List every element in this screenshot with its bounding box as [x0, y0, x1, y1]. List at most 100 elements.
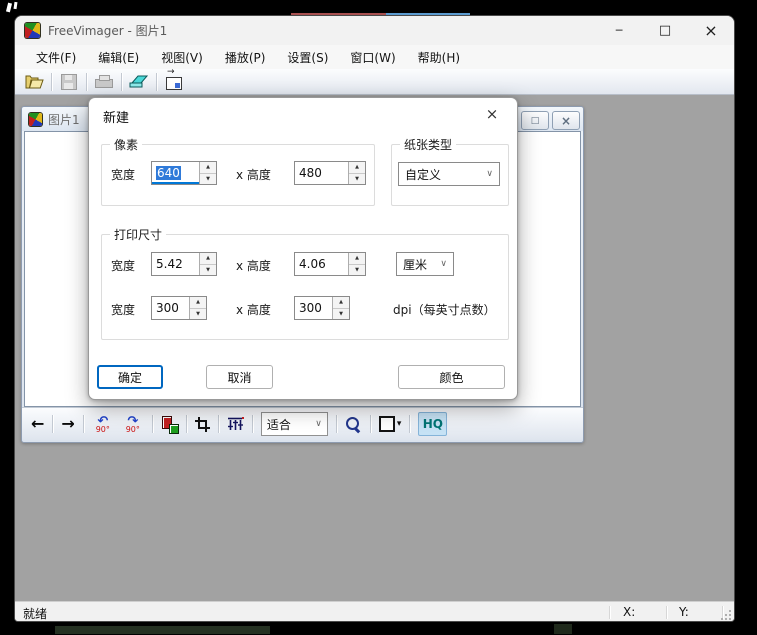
- menu-play[interactable]: 播放(P): [214, 46, 277, 69]
- new-image-dialog: 新建 × 像素 宽度 640 ▲ ▼ x 高度 480 ▲ ▼ 纸张类型 自定义…: [88, 97, 518, 400]
- previous-image-button[interactable]: ←: [31, 416, 44, 432]
- pixels-group-legend: 像素: [110, 136, 142, 153]
- resize-icon-part: [169, 424, 179, 434]
- spin-down-icon[interactable]: ▼: [190, 309, 206, 320]
- next-image-button[interactable]: →: [61, 416, 74, 432]
- status-bar: 就绪 X: Y:: [15, 601, 734, 622]
- dpi-height-value: 300: [295, 297, 332, 319]
- chevron-down-icon: ∨: [486, 169, 493, 179]
- app-icon: [25, 23, 40, 38]
- save-button[interactable]: [59, 73, 79, 91]
- status-text: 就绪: [23, 605, 47, 622]
- print-button[interactable]: [94, 73, 114, 91]
- maximize-button[interactable]: □: [642, 16, 688, 45]
- paste-from-clipboard-button[interactable]: [164, 73, 184, 91]
- rotate-left-button[interactable]: ↶ 90°: [92, 415, 114, 434]
- pixel-width-spinner: ▲ ▼: [199, 162, 216, 184]
- background-smudge: [554, 624, 572, 634]
- menu-view[interactable]: 视图(V): [150, 46, 214, 69]
- spin-down-icon[interactable]: ▼: [349, 265, 365, 276]
- adjust-button[interactable]: [227, 417, 244, 432]
- background-smudge: [55, 626, 270, 634]
- open-file-button[interactable]: [24, 73, 44, 91]
- spin-down-icon[interactable]: ▼: [349, 174, 365, 185]
- main-toolbar: [15, 69, 734, 95]
- menu-settings[interactable]: 设置(S): [276, 46, 339, 69]
- pixel-width-value: 640: [156, 166, 181, 180]
- spin-down-icon[interactable]: ▼: [333, 309, 349, 320]
- spin-down-icon[interactable]: ▼: [200, 265, 216, 276]
- separator: [86, 73, 87, 91]
- print-width-value: 5.42: [152, 253, 199, 275]
- separator: [51, 73, 52, 91]
- zoom-mode-select[interactable]: 适合 ∨: [261, 412, 328, 436]
- window-controls: ─ □ ×: [596, 16, 734, 45]
- crop-button[interactable]: [195, 417, 210, 432]
- resize-grip[interactable]: [721, 610, 731, 620]
- open-folder-icon: [25, 74, 44, 89]
- menu-edit[interactable]: 编辑(E): [87, 46, 150, 69]
- pixel-height-value: 480: [295, 162, 348, 184]
- rotate-right-button[interactable]: ↷ 90°: [122, 415, 144, 434]
- dialog-close-button[interactable]: ×: [482, 104, 502, 124]
- separator: [370, 415, 371, 433]
- spin-up-icon[interactable]: ▲: [200, 162, 216, 174]
- separator: [156, 73, 157, 91]
- cursor-y-field: Y:: [679, 605, 689, 619]
- save-floppy-icon: [61, 74, 77, 90]
- title-bar[interactable]: FreeVimager - 图片1 ─ □ ×: [15, 16, 734, 45]
- print-width-input[interactable]: 5.42 ▲ ▼: [151, 252, 217, 276]
- separator: [609, 606, 610, 619]
- pixel-height-input[interactable]: 480 ▲ ▼: [294, 161, 366, 185]
- close-button[interactable]: ×: [688, 16, 734, 45]
- scan-button[interactable]: [129, 73, 149, 91]
- print-unit-value: 厘米: [403, 256, 427, 273]
- image-restore-button[interactable]: □: [521, 111, 549, 130]
- hq-toggle-button[interactable]: HQ: [418, 412, 447, 436]
- dpi-unit-label: dpi（每英寸点数）: [393, 301, 496, 318]
- zoom-tool-button[interactable]: [345, 416, 362, 433]
- print-unit-select[interactable]: 厘米 ∨: [396, 252, 454, 276]
- spin-up-icon[interactable]: ▲: [190, 297, 206, 309]
- rotate-left-label: 90°: [96, 426, 110, 434]
- dpi-height-spinner: ▲ ▼: [332, 297, 349, 319]
- printer-icon: [95, 79, 113, 88]
- dpi-width-input[interactable]: 300 ▲ ▼: [151, 296, 207, 320]
- dialog-title: 新建: [103, 107, 129, 126]
- minimize-button[interactable]: ─: [596, 16, 642, 45]
- frame-tool-button[interactable]: ▾: [379, 416, 402, 432]
- pixel-width-input[interactable]: 640 ▲ ▼: [151, 161, 217, 185]
- resize-button[interactable]: [161, 416, 178, 433]
- separator: [218, 415, 219, 433]
- print-width-spinner: ▲ ▼: [199, 253, 216, 275]
- ok-button[interactable]: 确定: [97, 365, 163, 389]
- frame-dropdown-caret-icon[interactable]: ▾: [397, 419, 402, 429]
- menu-window[interactable]: 窗口(W): [339, 46, 406, 69]
- print-height-input[interactable]: 4.06 ▲ ▼: [294, 252, 366, 276]
- print-width-label: 宽度: [111, 257, 135, 274]
- separator: [121, 73, 122, 91]
- image-window-title: 图片1: [48, 111, 80, 128]
- spin-up-icon[interactable]: ▲: [333, 297, 349, 309]
- pixel-height-spinner: ▲ ▼: [348, 162, 365, 184]
- pixel-height-label: x 高度: [236, 166, 271, 183]
- dpi-width-label: 宽度: [111, 301, 135, 318]
- pixel-width-label: 宽度: [111, 166, 135, 183]
- spin-up-icon[interactable]: ▲: [349, 253, 365, 265]
- spin-up-icon[interactable]: ▲: [200, 253, 216, 265]
- paste-icon: [166, 77, 182, 90]
- paper-type-select[interactable]: 自定义 ∨: [398, 162, 500, 186]
- separator: [409, 415, 410, 433]
- color-button[interactable]: 颜色: [398, 365, 505, 389]
- print-height-spinner: ▲ ▼: [348, 253, 365, 275]
- image-close-button[interactable]: ×: [552, 111, 580, 130]
- spin-up-icon[interactable]: ▲: [349, 162, 365, 174]
- menu-file[interactable]: 文件(F): [25, 46, 87, 69]
- background-artifact: [6, 3, 12, 13]
- dpi-height-label: x 高度: [236, 301, 271, 318]
- paper-type-value: 自定义: [405, 166, 441, 183]
- menu-help[interactable]: 帮助(H): [407, 46, 471, 69]
- cancel-button[interactable]: 取消: [206, 365, 273, 389]
- spin-down-icon[interactable]: ▼: [200, 174, 216, 185]
- dpi-height-input[interactable]: 300 ▲ ▼: [294, 296, 350, 320]
